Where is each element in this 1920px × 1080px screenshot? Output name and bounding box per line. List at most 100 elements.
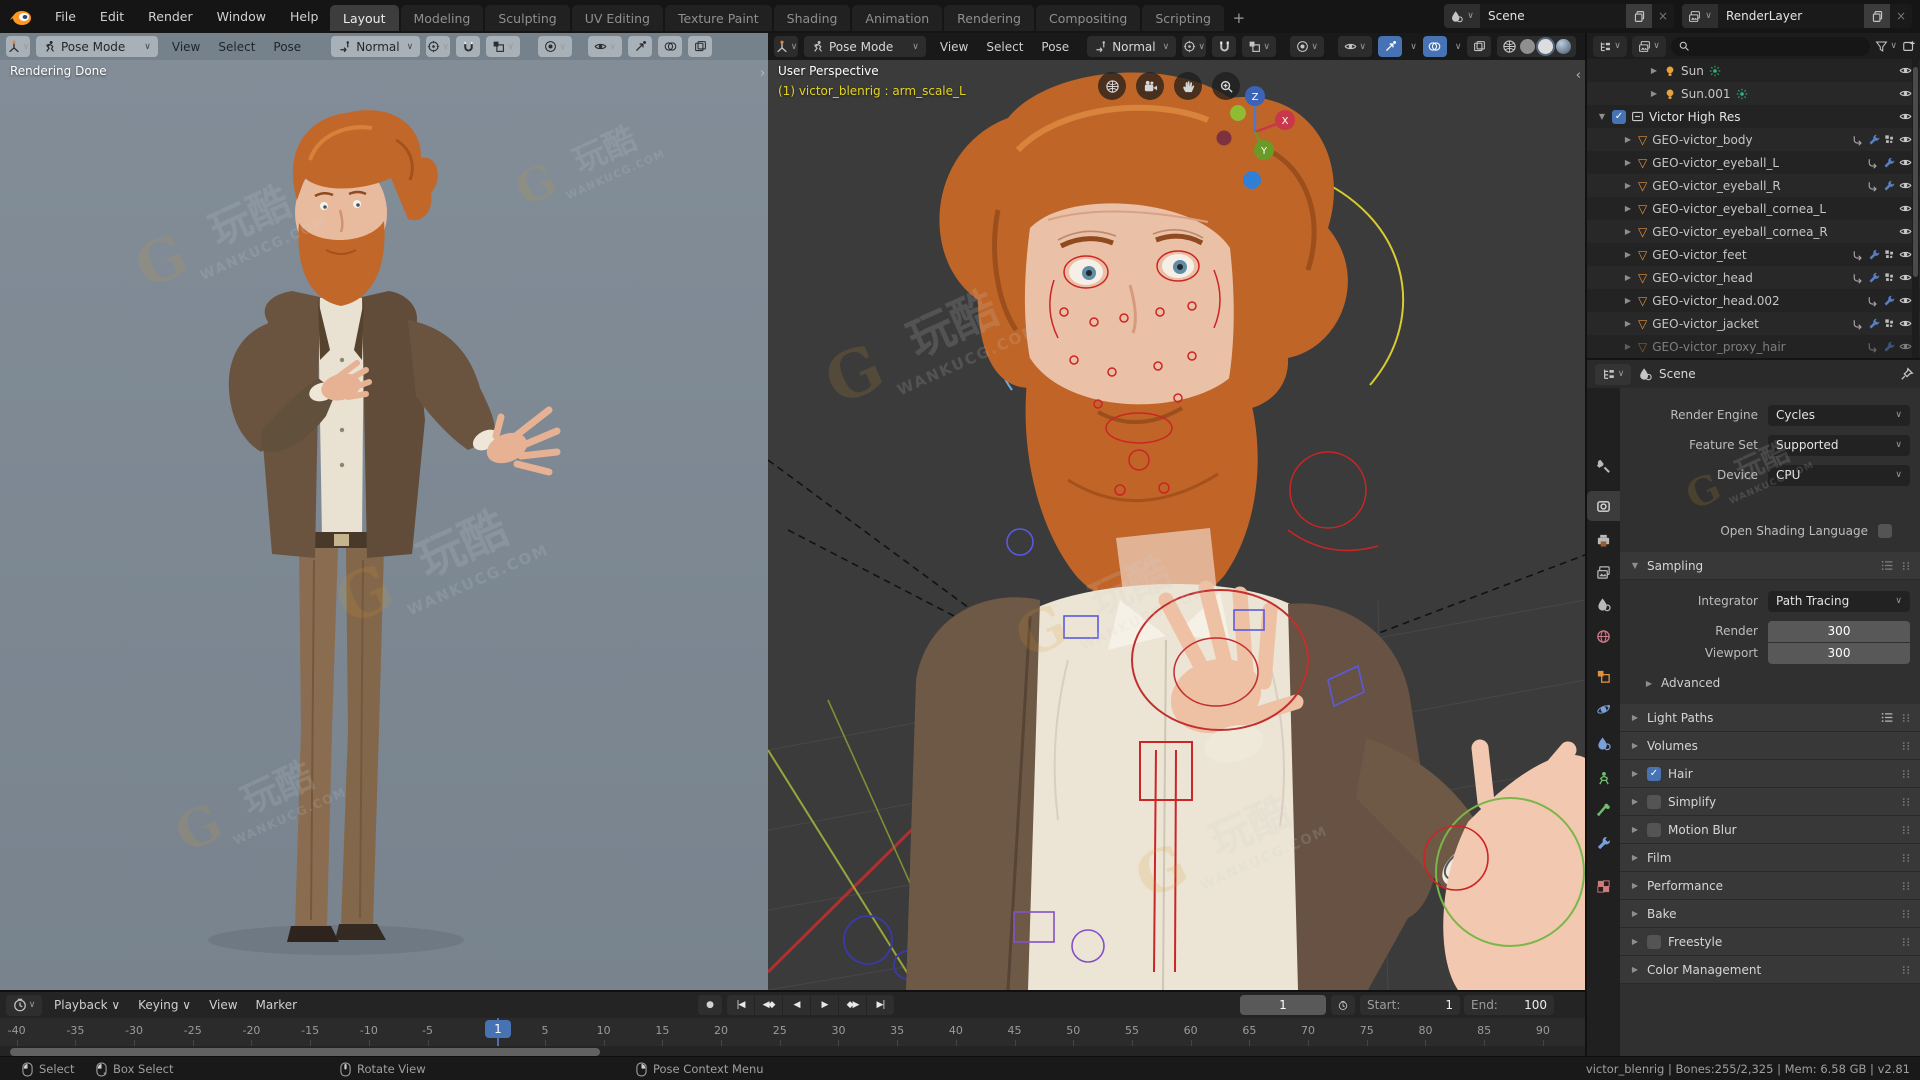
outliner-display-mode[interactable]: ∨ xyxy=(1593,36,1627,57)
editor-type-button[interactable]: ∨ xyxy=(774,36,798,57)
section-volumes[interactable]: ▶Volumes xyxy=(1620,732,1920,760)
scene-name[interactable]: Scene xyxy=(1480,4,1626,28)
viewport-menu-view[interactable]: View xyxy=(932,37,976,57)
menu-render[interactable]: Render xyxy=(137,5,204,28)
outliner-row[interactable]: ▶Sun xyxy=(1587,59,1920,82)
visibility-eye-icon[interactable] xyxy=(1899,294,1912,307)
viewport-menu-view[interactable]: View xyxy=(164,37,208,57)
menu-edit[interactable]: Edit xyxy=(89,5,135,28)
timeline-ruler[interactable]: -40-35-30-25-20-15-10-551015202530354045… xyxy=(0,1018,1585,1046)
properties-tab-particles[interactable] xyxy=(1587,728,1620,758)
tab-animation[interactable]: Animation xyxy=(852,5,942,31)
tab-compositing[interactable]: Compositing xyxy=(1036,5,1140,31)
disclosure-icon[interactable]: ▶ xyxy=(1630,853,1640,862)
prev-keyframe-button[interactable]: ◀◆ xyxy=(755,995,782,1015)
overlays-toggle[interactable] xyxy=(1423,36,1447,57)
disclosure-icon[interactable]: ▶ xyxy=(1649,89,1659,98)
section-hair[interactable]: ▶✓Hair xyxy=(1620,760,1920,788)
properties-tab-render[interactable] xyxy=(1587,491,1620,521)
visibility-eye-icon[interactable] xyxy=(1899,156,1912,169)
camera-view-icon[interactable] xyxy=(1136,72,1164,100)
osl-checkbox[interactable] xyxy=(1878,524,1892,538)
jump-start-button[interactable]: |◀ xyxy=(727,995,754,1015)
visibility-eye-icon[interactable] xyxy=(1899,248,1912,261)
region-collapse-icon[interactable]: ‹ xyxy=(1576,68,1581,83)
properties-tab-object[interactable] xyxy=(1587,661,1620,691)
disclosure-icon[interactable]: ▶ xyxy=(1623,135,1633,144)
disclosure-icon[interactable]: ▶ xyxy=(1623,158,1633,167)
presets-icon[interactable] xyxy=(1881,559,1894,572)
properties-tab-bone-constraints[interactable] xyxy=(1587,828,1620,858)
disclosure-icon[interactable]: ▶ xyxy=(1630,713,1640,722)
tab-modeling[interactable]: Modeling xyxy=(401,5,484,31)
visibility-eye-icon[interactable] xyxy=(1899,271,1912,284)
visibility-eye-icon[interactable] xyxy=(1899,110,1912,123)
disclosure-icon[interactable]: ▶ xyxy=(1623,227,1633,236)
outliner-row[interactable]: ▶▽GEO-victor_head xyxy=(1587,266,1920,289)
menu-file[interactable]: File xyxy=(44,5,87,28)
scene-copy-button[interactable] xyxy=(1626,4,1652,28)
snap-toggle[interactable] xyxy=(456,36,480,57)
viewport-menu-pose[interactable]: Pose xyxy=(1033,37,1077,57)
pivot-point-selector[interactable]: ∨ xyxy=(426,36,450,57)
transform-orientation-selector[interactable]: Normal∨ xyxy=(331,36,420,57)
integrator-dropdown[interactable]: Path Tracing∨ xyxy=(1768,591,1910,612)
property-dropdown-feature-set[interactable]: Supported∨ xyxy=(1768,435,1910,456)
shading-material-icon[interactable] xyxy=(1538,39,1553,54)
samples-render-field[interactable]: 300 xyxy=(1768,621,1910,642)
proportional-edit-toggle[interactable]: ∨ xyxy=(538,36,572,57)
property-dropdown-device[interactable]: CPU∨ xyxy=(1768,465,1910,486)
use-preview-range-toggle[interactable] xyxy=(1331,995,1355,1015)
tab-rendering[interactable]: Rendering xyxy=(944,5,1034,31)
region-join-icon[interactable]: › xyxy=(760,66,765,81)
viewport-render-result[interactable]: Rendering Done xyxy=(0,60,768,990)
section-film[interactable]: ▶Film xyxy=(1620,844,1920,872)
xray-toggle[interactable] xyxy=(688,36,712,57)
timeline-menu-view[interactable]: View xyxy=(201,995,245,1015)
transform-orientation-selector[interactable]: Normal∨ xyxy=(1087,36,1176,57)
snap-toggle[interactable] xyxy=(1212,36,1236,57)
section-light-paths[interactable]: ▶Light Paths xyxy=(1620,704,1920,732)
scene-unlink-button[interactable]: × xyxy=(1652,4,1674,28)
new-collection-icon[interactable] xyxy=(1902,39,1916,53)
outliner-row[interactable]: ▶▽GEO-victor_jacket xyxy=(1587,312,1920,335)
disclosure-icon[interactable]: ▶ xyxy=(1623,250,1633,259)
play-reverse-button[interactable]: ◀ xyxy=(783,995,810,1015)
visibility-eye-icon[interactable] xyxy=(1899,317,1912,330)
visibility-eye-icon[interactable] xyxy=(1899,179,1912,192)
scene-browse-button[interactable]: ∨ xyxy=(1444,4,1480,28)
shading-rendered-icon[interactable] xyxy=(1556,39,1571,54)
disclosure-icon[interactable]: ▶ xyxy=(1630,937,1640,946)
disclosure-icon[interactable]: ▶ xyxy=(1623,342,1633,351)
outliner-search-input[interactable] xyxy=(1671,37,1870,56)
tab-texture-paint[interactable]: Texture Paint xyxy=(665,5,772,31)
timeline-menu-marker[interactable]: Marker xyxy=(248,995,305,1015)
next-keyframe-button[interactable]: ◆▶ xyxy=(839,995,866,1015)
tab-uv-editing[interactable]: UV Editing xyxy=(572,5,663,31)
xray-toggle[interactable] xyxy=(1467,36,1491,57)
tab-shading[interactable]: Shading xyxy=(774,5,851,31)
overlays-toggle[interactable] xyxy=(658,36,682,57)
outliner-row[interactable]: ▶▽GEO-victor_eyeball_L xyxy=(1587,151,1920,174)
mode-selector[interactable]: Pose Mode∨ xyxy=(804,36,926,57)
viewport-menu-select[interactable]: Select xyxy=(978,37,1031,57)
pan-view-icon[interactable] xyxy=(1174,72,1202,100)
viewport-menu-select[interactable]: Select xyxy=(210,37,263,57)
section-checkbox[interactable] xyxy=(1647,823,1661,837)
visibility-eye-icon[interactable] xyxy=(1899,340,1912,353)
visibility-eye-icon[interactable] xyxy=(1899,87,1912,100)
frame-start-field[interactable]: Start:1 xyxy=(1360,995,1460,1015)
outliner-scrollbar[interactable] xyxy=(1912,59,1919,358)
outliner-row[interactable]: ▶▽GEO-victor_feet xyxy=(1587,243,1920,266)
properties-tab-output[interactable] xyxy=(1587,525,1620,555)
play-button[interactable]: ▶ xyxy=(811,995,838,1015)
outliner-row[interactable]: ▶▽GEO-victor_head.002 xyxy=(1587,289,1920,312)
timeline-menu-playback[interactable]: Playback ∨ xyxy=(46,995,128,1015)
pin-icon[interactable] xyxy=(1900,367,1914,381)
properties-tab-bone[interactable] xyxy=(1587,794,1620,824)
disclosure-icon[interactable]: ▶ xyxy=(1623,204,1633,213)
outliner-filter-id-type[interactable]: ∨ xyxy=(1632,36,1666,57)
advanced-subsection[interactable]: ▶Advanced xyxy=(1644,676,1720,690)
section-checkbox[interactable]: ✓ xyxy=(1647,767,1661,781)
visibility-eye-icon[interactable] xyxy=(1899,64,1912,77)
